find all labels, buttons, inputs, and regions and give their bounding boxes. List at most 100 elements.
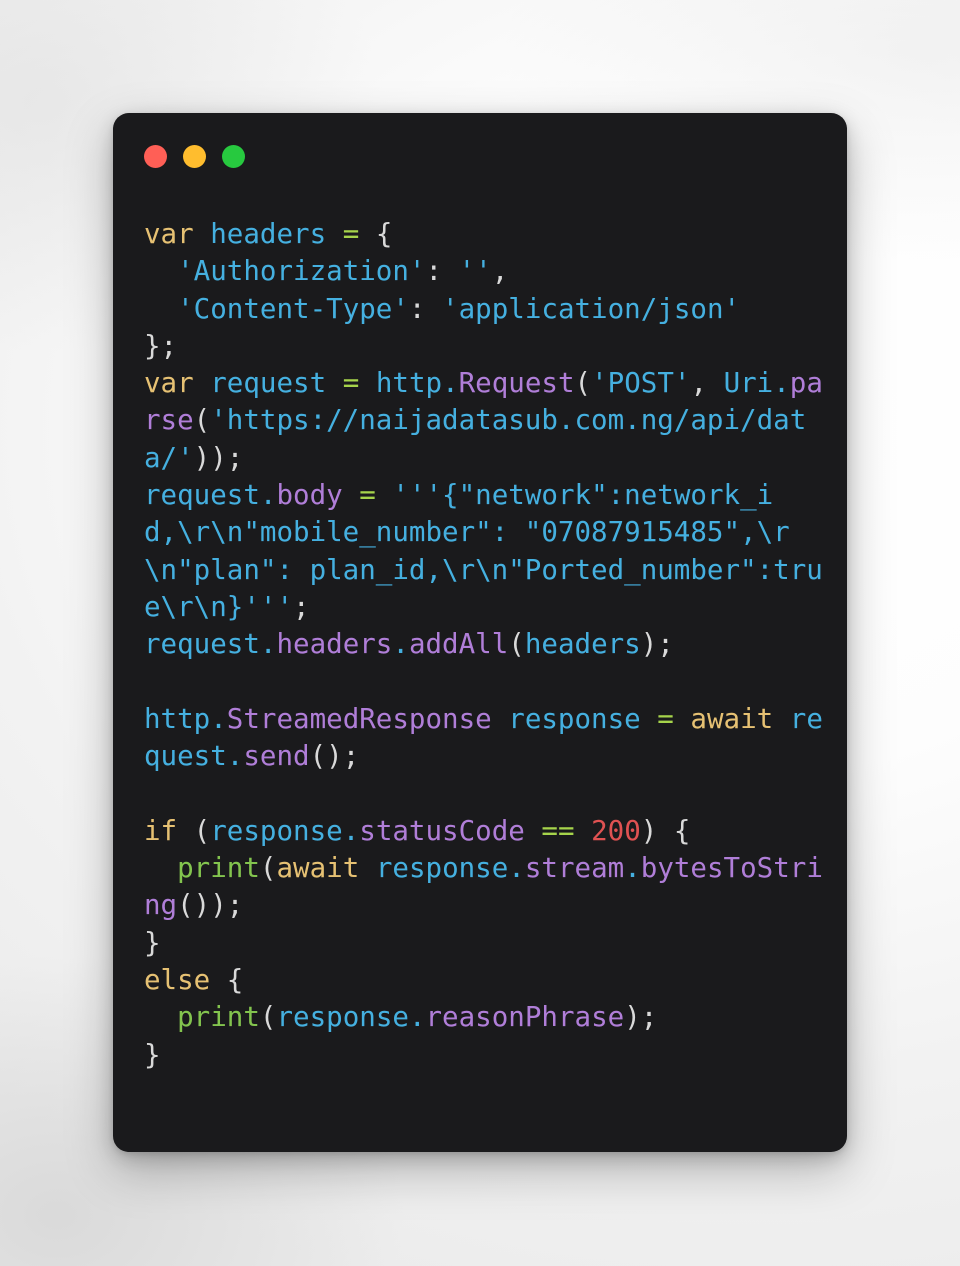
code-token-prop: stream	[524, 852, 625, 885]
code-token-kw: var	[144, 367, 194, 400]
code-token-kw: await	[690, 702, 774, 735]
maximize-window-button[interactable]	[222, 145, 245, 168]
code-token-str: ''	[458, 255, 492, 288]
code-token-punct	[773, 703, 790, 735]
code-line: 'Authorization': '',	[144, 253, 833, 290]
code-token-kw: if	[144, 814, 178, 847]
code-token-fn: print	[177, 1001, 260, 1034]
code-token-punct: }	[144, 926, 161, 959]
code-token-punct	[492, 703, 509, 735]
code-token-dot: .	[408, 1001, 426, 1034]
code-line: };	[144, 328, 833, 365]
code-token-var: response	[375, 852, 509, 885]
code-window-card: var headers = { 'Authorization': '', 'Co…	[113, 113, 847, 1152]
code-token-var: response	[276, 1001, 409, 1034]
code-token-dot: .	[442, 367, 459, 400]
code-token-op: =	[359, 479, 376, 512]
code-line: request.headers.addAll(headers);	[144, 626, 833, 663]
code-token-var: http	[144, 702, 211, 735]
code-token-punct: ());	[177, 889, 244, 922]
code-token-punct: {	[210, 963, 244, 996]
code-token-var: headers	[210, 218, 327, 250]
code-token-dot: .	[226, 740, 244, 773]
minimize-window-button[interactable]	[183, 145, 206, 168]
code-token-punct	[359, 218, 376, 250]
code-token-punct	[376, 479, 393, 511]
code-token-op: =	[342, 367, 360, 400]
code-token-var: headers	[524, 628, 641, 661]
code-token-punct: }	[144, 1038, 161, 1071]
code-token-kw: else	[144, 963, 211, 996]
code-line: ​	[144, 775, 833, 812]
code-token-var: request	[144, 479, 260, 512]
code-token-punct: (	[508, 628, 525, 661]
code-token-punct	[326, 218, 343, 250]
code-token-str: 'application/json'	[442, 292, 741, 325]
code-token-dot: .	[392, 628, 409, 661]
code-token-punct	[194, 218, 211, 250]
code-token-punct	[144, 293, 177, 325]
code-token-punct: ));	[193, 441, 244, 474]
code-token-var: response	[508, 702, 641, 735]
code-token-kw: await	[276, 852, 360, 885]
code-token-punct: (	[193, 404, 211, 437]
window-titlebar	[144, 145, 245, 168]
code-token-punct	[343, 479, 360, 511]
code-line: 'Content-Type': 'application/json'	[144, 291, 833, 328]
code-line: var request = http.Request('POST', Uri.p…	[144, 365, 833, 477]
code-token-punct	[326, 367, 343, 399]
code-token-punct	[425, 293, 442, 325]
code-token-punct: :	[425, 255, 443, 288]
code-line: print(await response.stream.bytesToStrin…	[144, 850, 833, 925]
code-token-punct	[674, 703, 691, 735]
code-token-prop: Request	[458, 367, 575, 400]
code-token-punct: ) {	[640, 814, 691, 847]
code-token-punct: (	[177, 814, 211, 847]
code-token-punct	[359, 852, 376, 884]
code-token-dot: .	[210, 702, 227, 735]
code-token-punct	[144, 255, 177, 287]
code-block[interactable]: var headers = { 'Authorization': '', 'Co…	[144, 216, 833, 1074]
code-token-dot: .	[508, 852, 525, 885]
code-token-op: ==	[541, 814, 575, 847]
code-token-fn: print	[177, 852, 260, 885]
code-token-str: 'Content-Type'	[177, 292, 409, 325]
code-token-punct: ();	[309, 740, 360, 773]
code-token-punct: (	[259, 852, 277, 885]
close-window-button[interactable]	[144, 145, 167, 168]
code-token-prop: send	[243, 740, 310, 773]
code-token-dot: .	[624, 852, 641, 885]
code-token-var: Uri	[723, 367, 774, 400]
code-token-punct	[575, 815, 592, 847]
code-token-punct: ,	[491, 255, 509, 288]
code-token-punct	[442, 255, 459, 287]
code-token-prop: reasonPhrase	[425, 1001, 625, 1034]
code-token-op: =	[657, 702, 674, 735]
code-line: ​	[144, 664, 833, 701]
code-token-var: request	[210, 367, 327, 400]
code-token-punct	[525, 815, 542, 847]
code-line: else {	[144, 962, 833, 999]
code-token-str: 'POST'	[591, 367, 691, 400]
code-token-prop: statusCode	[359, 814, 525, 847]
code-token-punct: );	[640, 628, 674, 661]
code-token-punct	[194, 367, 211, 399]
code-token-str: 'Authorization'	[177, 255, 426, 288]
code-token-prop: StreamedResponse	[226, 702, 492, 735]
code-token-punct: :	[408, 292, 426, 325]
code-token-prop: body	[276, 479, 343, 512]
code-token-punct	[144, 852, 177, 884]
code-token-var: request	[144, 628, 260, 661]
code-token-dot: .	[773, 367, 790, 400]
code-token-var: http	[375, 367, 443, 400]
code-line: }	[144, 1037, 833, 1074]
code-token-dot: .	[342, 814, 360, 847]
code-line: print(response.reasonPhrase);	[144, 999, 833, 1036]
code-token-punct	[144, 1001, 177, 1033]
code-line: }	[144, 925, 833, 962]
code-token-prop: headers	[276, 628, 393, 661]
code-token-punct: ,	[690, 367, 724, 400]
code-line: var headers = {	[144, 216, 833, 253]
code-token-punct	[641, 703, 658, 735]
code-token-dot: .	[259, 628, 277, 661]
